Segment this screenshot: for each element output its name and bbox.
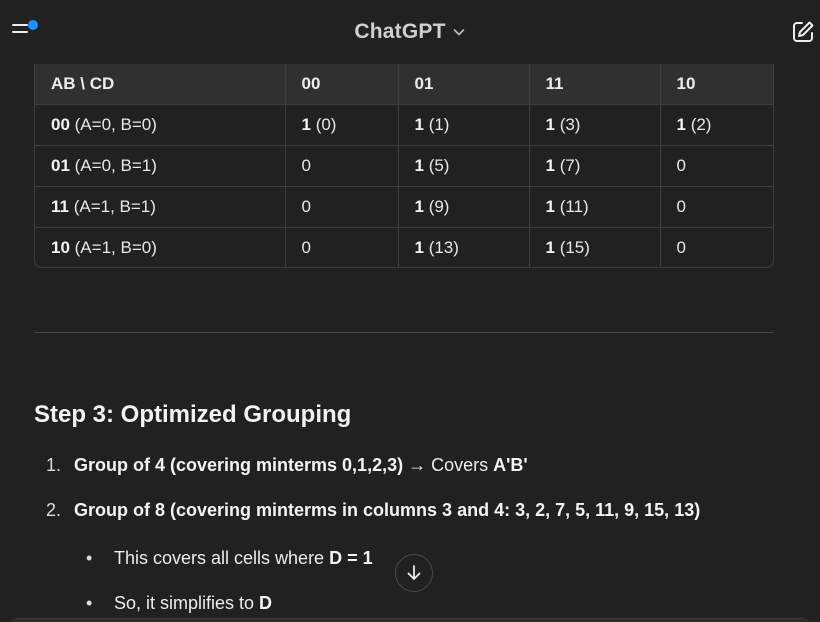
table-cell: 0 bbox=[660, 145, 773, 187]
table-cell: 1 (3) bbox=[529, 104, 661, 146]
menu-bar-bottom bbox=[12, 31, 28, 33]
list-text: So, it simplifies to D bbox=[114, 593, 273, 613]
column-header: 11 bbox=[529, 64, 661, 105]
list-number: 1. bbox=[46, 455, 62, 475]
top-bar: ChatGPT bbox=[0, 0, 820, 64]
list-item: • This covers all cells where D = 1 bbox=[86, 547, 373, 592]
chevron-down-icon bbox=[453, 29, 464, 36]
list-text: This covers all cells where D = 1 bbox=[114, 548, 373, 568]
table-cell: 0 bbox=[285, 227, 399, 267]
chat-content: AB \ CD 00 01 11 10 00 (A=0, B=0) 1 (0) … bbox=[0, 64, 820, 622]
table-cell: 1 (15) bbox=[529, 227, 661, 267]
list-item: 2. Group of 8 (covering minterms in colu… bbox=[46, 499, 786, 544]
scroll-to-bottom-button[interactable] bbox=[395, 554, 433, 592]
section-divider bbox=[34, 332, 774, 333]
list-item: 1. Group of 4 (covering minterms 0,1,2,3… bbox=[46, 454, 786, 499]
table-cell: 0 bbox=[285, 145, 399, 187]
menu-bar-top bbox=[12, 24, 28, 26]
table-cell: 1 (13) bbox=[398, 227, 530, 267]
notification-dot-icon bbox=[28, 20, 38, 30]
column-header: 10 bbox=[660, 64, 773, 105]
message-composer[interactable] bbox=[10, 618, 810, 622]
new-chat-icon[interactable] bbox=[790, 19, 816, 45]
bullet-list: • This covers all cells where D = 1 • So… bbox=[86, 547, 373, 622]
column-header: AB \ CD bbox=[35, 64, 286, 105]
sidebar-menu-button[interactable] bbox=[12, 20, 42, 44]
model-selector[interactable]: ChatGPT bbox=[354, 20, 465, 44]
table-header-row: AB \ CD 00 01 11 10 bbox=[35, 64, 773, 105]
list-number: 2. bbox=[46, 500, 62, 520]
table-cell: 1 (9) bbox=[398, 186, 530, 228]
table-row: 01 (A=0, B=1) 0 1 (5) 1 (7) 0 bbox=[35, 145, 773, 187]
kmap-table: AB \ CD 00 01 11 10 00 (A=0, B=0) 1 (0) … bbox=[35, 64, 773, 267]
bullet-icon: • bbox=[86, 548, 93, 568]
table-cell: 0 bbox=[676, 237, 686, 257]
column-header: 00 bbox=[285, 64, 399, 105]
table-cell: 11 (A=1, B=1) bbox=[35, 186, 286, 228]
bullet-icon: • bbox=[86, 593, 93, 613]
list-text: Group of 4 (covering minterms 0,1,2,3) →… bbox=[74, 455, 528, 475]
table-row: 00 (A=0, B=0) 1 (0) 1 (1) 1 (3) 1 (2) bbox=[35, 104, 773, 146]
steps-list: 1. Group of 4 (covering minterms 0,1,2,3… bbox=[46, 454, 786, 544]
table-cell: 1 (7) bbox=[529, 145, 661, 187]
column-header: 01 bbox=[398, 64, 530, 105]
table-cell: 1 (2) bbox=[660, 104, 773, 146]
table-cell: 0 bbox=[285, 186, 399, 228]
table-cell: 1 (1) bbox=[398, 104, 530, 146]
arrow-down-icon bbox=[407, 565, 421, 580]
table-row: 11 (A=1, B=1) 0 1 (9) 1 (11) 0 bbox=[35, 186, 773, 228]
table-cell: 0 bbox=[660, 186, 773, 228]
table-cell: 00 (A=0, B=0) bbox=[35, 104, 286, 146]
table-cell: 1 (11) bbox=[529, 186, 661, 228]
table-cell: 01 (A=0, B=1) bbox=[35, 145, 286, 187]
kmap-table-container: AB \ CD 00 01 11 10 00 (A=0, B=0) 1 (0) … bbox=[34, 64, 774, 268]
app-title: ChatGPT bbox=[354, 20, 446, 43]
table-cell: 10 (A=1, B=0) bbox=[35, 227, 286, 267]
list-text: Group of 8 (covering minterms in columns… bbox=[74, 500, 701, 520]
table-row: 10 (A=1, B=0) 0 1 (13) 1 (15) 0 bbox=[35, 227, 773, 267]
chat-app: ChatGPT AB \ CD 00 01 11 10 00 (A=0, B=0… bbox=[0, 0, 820, 622]
table-cell: 1 (5) bbox=[398, 145, 530, 187]
section-heading: Step 3: Optimized Grouping bbox=[34, 401, 352, 428]
table-cell: 1 (0) bbox=[285, 104, 399, 146]
